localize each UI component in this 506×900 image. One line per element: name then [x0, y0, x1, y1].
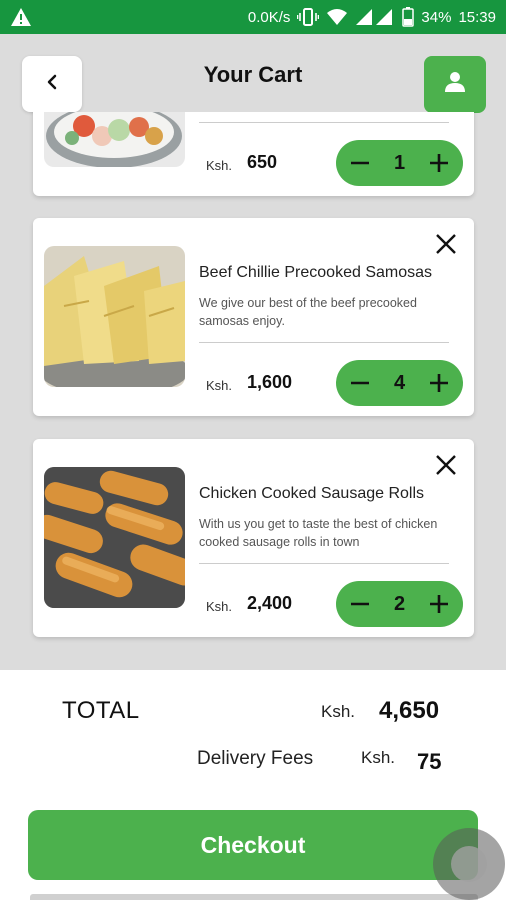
remove-item-button[interactable]	[434, 453, 458, 477]
quantity-stepper: 4	[336, 360, 463, 406]
plus-button[interactable]	[427, 371, 451, 395]
touch-indicator	[433, 828, 505, 900]
clock: 15:39	[458, 8, 496, 26]
vibrate-icon	[297, 8, 320, 26]
cart-summary: TOTAL Ksh. 4,650 Delivery Fees Ksh. 75 C…	[0, 670, 506, 900]
plus-button[interactable]	[427, 592, 451, 616]
quantity-value: 2	[393, 592, 406, 615]
minus-button[interactable]	[348, 151, 372, 175]
item-description: We give our best of the beef precooked s…	[199, 296, 417, 328]
price-value: 1,600	[247, 372, 293, 392]
app-header: Your Cart	[0, 34, 506, 116]
quantity-stepper: 2	[336, 581, 463, 627]
remove-item-button[interactable]	[434, 232, 458, 256]
card-divider	[199, 122, 449, 123]
card-divider	[199, 342, 449, 343]
delivery-fees-label: Delivery Fees	[197, 748, 314, 769]
quantity-value: 1	[393, 151, 406, 174]
minus-button[interactable]	[348, 371, 372, 395]
price-currency: Ksh.	[206, 599, 233, 614]
minus-button[interactable]	[348, 592, 372, 616]
delivery-fees-currency: Ksh.	[361, 748, 396, 767]
profile-button[interactable]	[424, 56, 486, 113]
battery-percent: 34%	[421, 8, 452, 26]
item-name: Chicken Cooked Sausage Rolls	[199, 485, 425, 502]
user-icon	[444, 71, 466, 98]
item-image	[44, 467, 185, 608]
cart-item: Beef Chillie Precooked Samosas We give o…	[33, 218, 474, 416]
total-label: TOTAL	[62, 697, 140, 724]
total-value: 4,650	[379, 697, 440, 724]
item-image	[44, 112, 185, 167]
cart-item: Ksh. 650 1	[33, 112, 474, 196]
checkout-button[interactable]: Checkout	[28, 810, 478, 880]
price-value: 2,400	[247, 593, 293, 613]
price-currency: Ksh.	[206, 378, 233, 393]
price-currency: Ksh.	[206, 158, 233, 173]
quantity-value: 4	[393, 371, 406, 394]
plus-button[interactable]	[427, 151, 451, 175]
quantity-stepper: 1	[336, 140, 463, 186]
signal-icon	[355, 8, 395, 26]
network-speed: 0.0K/s	[247, 8, 291, 26]
total-currency: Ksh.	[321, 702, 356, 721]
item-name: Beef Chillie Precooked Samosas	[199, 264, 433, 281]
price-value: 650	[247, 152, 278, 172]
next-element-peek	[30, 894, 478, 900]
warning-icon	[10, 7, 32, 27]
status-bar: 0.0K/s 34% 15:39	[0, 0, 506, 34]
cart-item: Chicken Cooked Sausage Rolls With us you…	[33, 439, 474, 637]
delivery-fees-value: 75	[417, 749, 442, 774]
item-image	[44, 246, 185, 387]
battery-icon	[402, 7, 415, 27]
card-divider	[199, 563, 449, 564]
item-description: With us you get to taste the best of chi…	[199, 517, 438, 549]
wifi-icon	[326, 8, 348, 26]
cart-list[interactable]: Ksh. 650 1 Beef Chillie Precooked Samosa…	[0, 112, 506, 670]
